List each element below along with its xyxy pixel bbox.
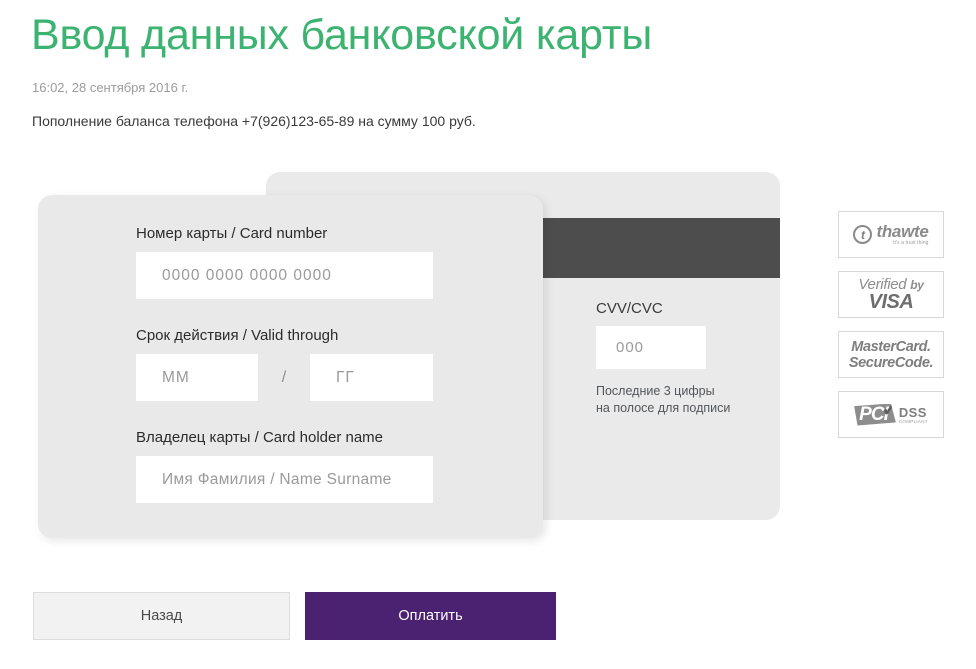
cvv-hint-line2: на полосе для подписи: [596, 401, 731, 415]
card-holder-input[interactable]: Имя Фамилия / Name Surname: [136, 456, 433, 503]
card-form: Номер карты / Card number 0000 0000 0000…: [136, 225, 433, 503]
cvv-zone: CVV/CVC 000 Последние 3 цифры на полосе …: [596, 300, 776, 417]
expiry-month-placeholder: ММ: [162, 368, 190, 386]
thawte-text: thawte it's a trust thing: [876, 221, 929, 246]
expiry-year-input[interactable]: ГГ: [310, 354, 433, 401]
thawte-mark-icon: t: [853, 225, 873, 244]
expiry-separator: /: [281, 368, 287, 386]
visa-wordmark: VISA: [868, 291, 914, 313]
expiry-year-placeholder: ГГ: [336, 368, 355, 386]
cvv-label: CVV/CVC: [596, 300, 663, 317]
security-badges: t thawte it's a trust thing Verified by …: [838, 211, 944, 451]
pci-block: PCI ✓: [854, 403, 896, 426]
payment-page: Ввод данных банковской карты 16:02, 28 с…: [0, 0, 976, 669]
expiry-month-input[interactable]: ММ: [136, 354, 258, 401]
compliant-word: COMPLIANT: [898, 418, 928, 424]
page-title: Ввод данных банковской карты: [31, 11, 653, 59]
mastercard-securecode-badge-icon: MasterCard. SecureCode.: [838, 331, 944, 378]
timestamp: 16:02, 28 сентября 2016 г.: [32, 80, 189, 95]
back-button[interactable]: Назад: [33, 592, 290, 640]
card-holder-group: Владелец карты / Card holder name Имя Фа…: [136, 429, 433, 503]
cvv-hint-line1: Последние 3 цифры: [596, 384, 715, 398]
dss-word: DSS: [898, 404, 927, 420]
pay-button[interactable]: Оплатить: [305, 592, 556, 640]
thawte-wordmark: thawte: [876, 221, 929, 241]
card-number-placeholder: 0000 0000 0000 0000: [162, 266, 332, 284]
card-holder-label: Владелец карты / Card holder name: [136, 429, 384, 446]
valid-through-row: ММ / ГГ: [136, 354, 433, 401]
valid-through-label: Срок действия / Valid through: [136, 327, 339, 344]
card-number-group: Номер карты / Card number 0000 0000 0000…: [136, 225, 433, 299]
order-description: Пополнение баланса телефона +7(926)123-6…: [32, 113, 476, 129]
cvv-placeholder: 000: [616, 339, 645, 356]
card-number-label: Номер карты / Card number: [136, 225, 328, 242]
card-number-input[interactable]: 0000 0000 0000 0000: [136, 252, 433, 299]
thawte-badge-icon: t thawte it's a trust thing: [838, 211, 944, 258]
pci-text: DSS COMPLIANT: [899, 406, 928, 424]
verified-by-visa-badge-icon: Verified by VISA: [838, 271, 944, 318]
securecode-word: SecureCode.: [848, 354, 934, 371]
by-word: by: [910, 278, 924, 292]
thawte-tagline: it's a trust thing: [893, 239, 929, 246]
pci-dss-badge-icon: PCI ✓ DSS COMPLIANT: [838, 391, 944, 438]
valid-through-group: Срок действия / Valid through ММ / ГГ: [136, 327, 433, 401]
card-front-form: Номер карты / Card number 0000 0000 0000…: [38, 195, 543, 538]
cvv-input[interactable]: 000: [596, 326, 706, 369]
card-holder-placeholder: Имя Фамилия / Name Surname: [162, 470, 392, 488]
cvv-hint: Последние 3 цифры на полосе для подписи: [596, 383, 776, 417]
pci-check-icon: ✓: [881, 397, 898, 421]
mastercard-word: MasterCard.: [851, 338, 931, 355]
